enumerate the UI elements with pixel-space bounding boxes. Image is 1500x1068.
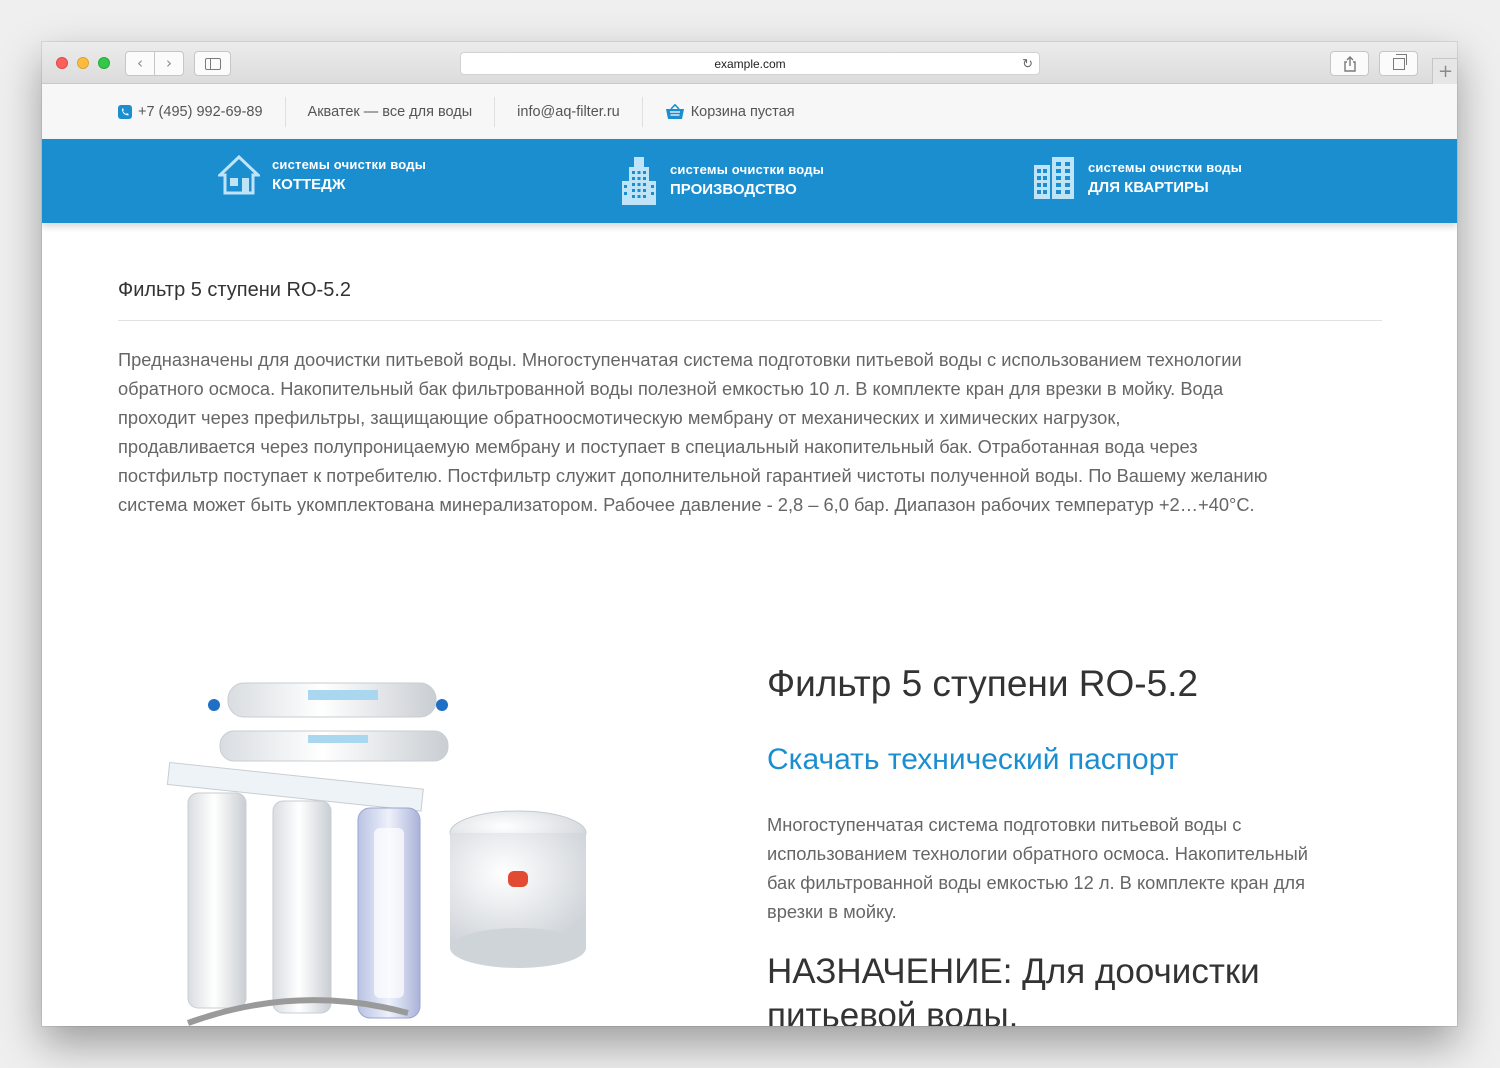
description-line: система может быть укомплектована минера…: [118, 494, 1255, 515]
download-passport-link[interactable]: Скачать технический паспорт: [767, 743, 1377, 777]
browser-window: ‹ › example.com ↻ + +7 (495) 992-69-89 А…: [42, 42, 1457, 1026]
tagline: Акватек — все для воды: [286, 96, 496, 127]
nav-item-cottage-label: КОТТЕДЖ: [272, 176, 346, 193]
history-nav: ‹ ›: [125, 51, 184, 76]
new-tab-button[interactable]: +: [1432, 58, 1457, 84]
product-description-line: врезки в мойку.: [767, 901, 897, 922]
share-icon: [1343, 55, 1356, 72]
phone-number: +7 (495) 992-69-89: [138, 103, 263, 120]
description-line: постфильтр поступает к потребителю. Пост…: [118, 465, 1268, 486]
minimize-window-button[interactable]: [77, 57, 89, 69]
factory-icon: [622, 157, 656, 205]
product-description: Многоступенчатая система подготовки пить…: [767, 810, 1377, 926]
email-link[interactable]: info@aq-filter.ru: [517, 104, 620, 120]
cart[interactable]: Корзина пустая: [643, 97, 817, 127]
nav-item-apartment[interactable]: системы очистки воды ДЛЯ КВАРТИРЫ: [1032, 155, 1242, 201]
description-line: проходит через префильтры, защищающие об…: [118, 407, 1121, 428]
product-purpose-line: питьевой воды.: [767, 996, 1019, 1026]
cart-icon: [665, 103, 684, 119]
nav-item-cottage-subtitle: системы очистки воды: [272, 157, 427, 172]
show-tabs-button[interactable]: [1379, 51, 1418, 76]
tabs-icon: [1392, 53, 1407, 70]
zoom-window-button[interactable]: [98, 57, 110, 69]
phone-icon: [118, 104, 132, 119]
product-image: [166, 682, 587, 1026]
page-description: Предназначены для доочистки питьевой вод…: [118, 345, 1382, 519]
category-nav: системы очистки воды КОТТЕДЖ системы очи…: [42, 139, 1457, 223]
page-title: Фильтр 5 ступени RO-5.2: [118, 279, 1382, 321]
product-description-line: бак фильтрованной воды емкостью 12 л. В …: [767, 872, 1305, 893]
top-info-bar: +7 (495) 992-69-89 Акватек — все для вод…: [42, 84, 1457, 139]
house-icon: [218, 155, 260, 195]
product-purpose-line: НАЗНАЧЕНИЕ: Для доочистки: [767, 952, 1260, 991]
sidebar-toggle-button[interactable]: [194, 51, 231, 76]
forward-button[interactable]: ›: [155, 56, 183, 71]
browser-toolbar: ‹ › example.com ↻ +: [42, 42, 1457, 84]
nav-item-production[interactable]: системы очистки воды ПРОИЗВОДСТВО: [620, 155, 824, 205]
product-title: Фильтр 5 ступени RO-5.2: [767, 663, 1199, 704]
tagline-text: Акватек — все для воды: [307, 103, 473, 120]
description-line: Предназначены для доочистки питьевой вод…: [118, 349, 1242, 370]
description-line: продавливается через полупроницаемую мем…: [118, 436, 1198, 457]
nav-item-apartment-subtitle: системы очистки воды: [1088, 160, 1243, 175]
address-text: example.com: [714, 56, 786, 71]
reload-icon[interactable]: ↻: [1022, 56, 1033, 72]
email-contact[interactable]: info@aq-filter.ru: [495, 96, 643, 127]
nav-item-cottage[interactable]: системы очистки воды КОТТЕДЖ: [218, 155, 426, 195]
product-description-line: использованием технологии обратного осмо…: [767, 843, 1308, 864]
building-icon: [1034, 157, 1074, 199]
product-details: Фильтр 5 ступени RO-5.2 Скачать техничес…: [767, 663, 1377, 1026]
address-bar[interactable]: example.com ↻: [460, 52, 1040, 75]
product-description-line: Многоступенчатая система подготовки пить…: [767, 814, 1242, 835]
product-purpose: НАЗНАЧЕНИЕ: Для доочистки питьевой воды.: [767, 950, 1377, 1026]
sidebar-icon: [204, 57, 221, 70]
phone-contact[interactable]: +7 (495) 992-69-89: [42, 96, 286, 127]
share-button[interactable]: [1330, 51, 1369, 76]
description-line: обратного осмоса. Накопительный бак филь…: [118, 378, 1224, 399]
back-button[interactable]: ‹: [126, 56, 154, 71]
close-window-button[interactable]: [56, 57, 68, 69]
nav-item-production-label: ПРОИЗВОДСТВО: [670, 181, 797, 198]
cart-status: Корзина пустая: [690, 103, 795, 120]
nav-item-production-subtitle: системы очистки воды: [670, 162, 825, 177]
nav-item-apartment-label: ДЛЯ КВАРТИРЫ: [1088, 179, 1209, 196]
